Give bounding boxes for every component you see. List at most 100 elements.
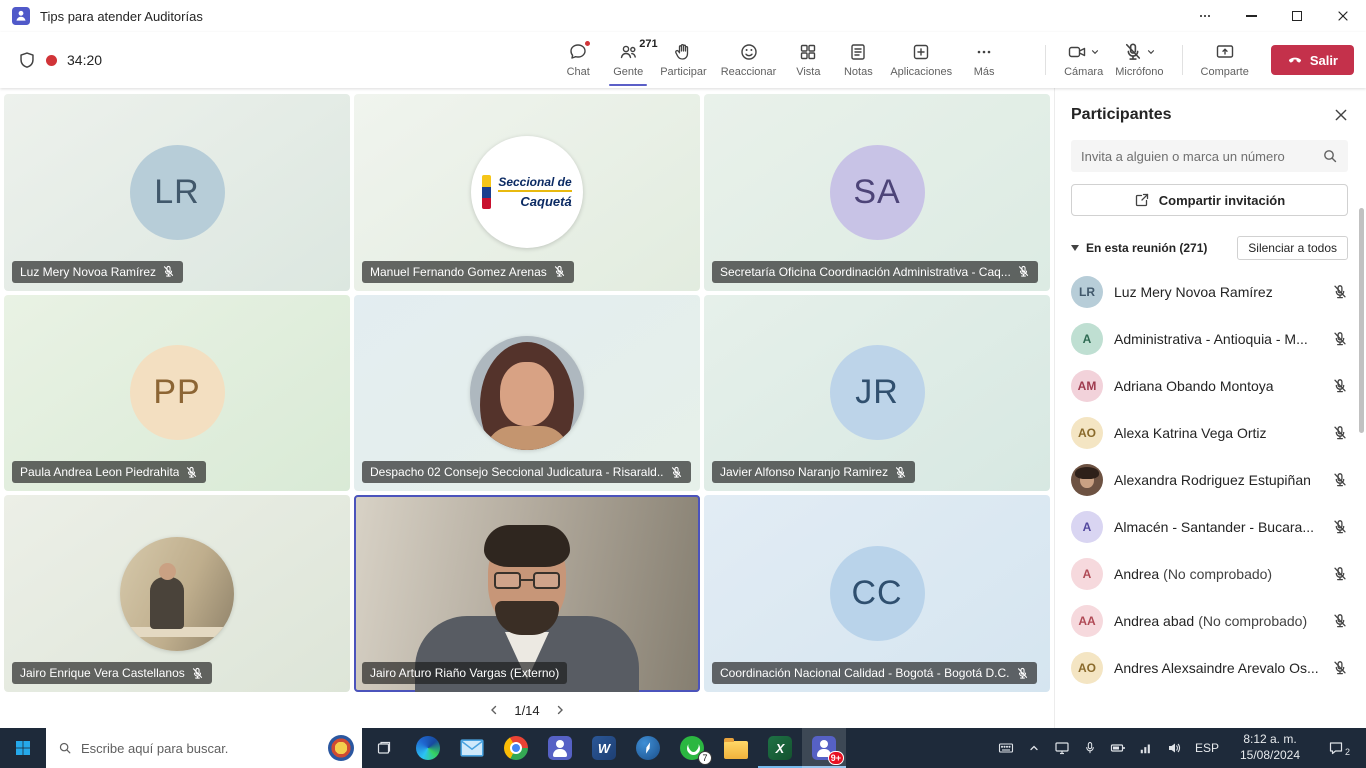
org-logo-text: Seccional de Caquetá [498, 175, 571, 210]
video-tile-active-speaker[interactable]: Jairo Arturo Riaño Vargas (Externo) [354, 495, 700, 692]
tab-more[interactable]: Más [959, 33, 1009, 87]
leave-button[interactable]: Salir [1271, 45, 1354, 75]
tab-view[interactable]: Vista [783, 33, 833, 87]
participant-name: Andres Alexsaindre Arevalo Os... [1114, 660, 1321, 676]
tab-react[interactable]: Reaccionar [714, 33, 784, 87]
avatar: AO [1071, 652, 1103, 684]
previous-page-button[interactable] [488, 704, 500, 716]
mute-all-button[interactable]: Silenciar a todos [1237, 236, 1348, 260]
tab-chat[interactable]: Chat [553, 33, 603, 87]
search-highlight-icon[interactable] [328, 735, 354, 761]
participant-row[interactable]: A Andrea(No comprobado) [1071, 550, 1348, 597]
network-tray-button[interactable] [1133, 728, 1159, 768]
maximize-button[interactable] [1274, 0, 1320, 32]
folder-icon [724, 741, 748, 759]
network-icon [1139, 741, 1153, 755]
compass-app-button[interactable] [626, 728, 670, 768]
edge-app-button[interactable] [406, 728, 450, 768]
taskbar-search[interactable] [46, 728, 362, 768]
word-app-button[interactable] [582, 728, 626, 768]
teams-app-button[interactable] [538, 728, 582, 768]
chrome-icon [504, 736, 528, 760]
volume-tray-button[interactable] [1161, 728, 1187, 768]
org-logo: Seccional de Caquetá [471, 136, 583, 248]
participant-row[interactable]: A Administrativa - Antioquia - M... [1071, 315, 1348, 362]
invite-search-box[interactable] [1071, 140, 1348, 172]
video-tile[interactable]: JR Javier Alfonso Naranjo Ramirez [704, 295, 1050, 492]
tab-people[interactable]: 271 Gente [603, 33, 653, 87]
tab-apps[interactable]: Aplicaciones [883, 33, 959, 87]
mic-off-icon[interactable] [1332, 566, 1348, 582]
language-indicator[interactable]: ESP [1189, 741, 1225, 755]
invite-search-input[interactable] [1081, 149, 1314, 164]
tab-notes[interactable]: Notas [833, 33, 883, 87]
battery-tray-button[interactable] [1105, 728, 1131, 768]
video-tile[interactable]: Despacho 02 Consejo Seccional Judicatura… [354, 295, 700, 492]
mic-off-icon[interactable] [1332, 331, 1348, 347]
mic-off-icon [894, 466, 907, 479]
mic-off-icon[interactable] [1332, 472, 1348, 488]
chevron-down-icon[interactable] [1146, 47, 1156, 57]
in-meeting-section-header[interactable]: En esta reunión (271) [1071, 241, 1207, 255]
taskbar-clock[interactable]: 8:12 a. m. 15/08/2024 [1227, 732, 1313, 763]
avatar: A [1071, 323, 1103, 355]
participant-row[interactable]: Alexandra Rodriguez Estupiñan [1071, 456, 1348, 503]
video-tile[interactable]: Jairo Enrique Vera Castellanos [4, 495, 350, 692]
chrome-app-button[interactable] [494, 728, 538, 768]
share-screen-control[interactable]: Comparte [1195, 42, 1255, 78]
microphone-control[interactable]: Micrófono [1109, 42, 1169, 78]
people-icon [618, 42, 638, 62]
action-center-button[interactable]: 2 [1315, 740, 1357, 756]
participant-row[interactable]: LR Luz Mery Novoa Ramírez [1071, 268, 1348, 315]
meeting-tabs: Chat 271 Gente Participar Reaccionar Vis… [553, 33, 1009, 87]
participant-row[interactable]: AO Andres Alexsaindre Arevalo Os... [1071, 644, 1348, 691]
minimize-button[interactable] [1228, 0, 1274, 32]
task-view-button[interactable] [362, 728, 406, 768]
microphone-tray-button[interactable] [1077, 728, 1103, 768]
mic-off-icon[interactable] [1332, 378, 1348, 394]
participant-name-label: Despacho 02 Consejo Seccional Judicatura… [362, 461, 691, 483]
participant-name: Almacén - Santander - Bucara... [1114, 519, 1321, 535]
chevron-down-icon[interactable] [1090, 47, 1100, 57]
video-tile[interactable]: CC Coordinación Nacional Calidad - Bogot… [704, 495, 1050, 692]
mic-off-icon[interactable] [1332, 660, 1348, 676]
touch-keyboard-button[interactable] [993, 728, 1019, 768]
camera-control[interactable]: Cámara [1058, 42, 1109, 78]
participant-row[interactable]: AM Adriana Obando Montoya [1071, 362, 1348, 409]
mic-off-icon[interactable] [1332, 519, 1348, 535]
video-tile[interactable]: Seccional de Caquetá Manuel Fernando Gom… [354, 94, 700, 291]
mic-off-icon[interactable] [1332, 425, 1348, 441]
video-tile[interactable]: SA Secretaría Oficina Coordinación Admin… [704, 94, 1050, 291]
participant-row[interactable]: AA Andrea abad(No comprobado) [1071, 597, 1348, 644]
titlebar-more-button[interactable] [1182, 0, 1228, 32]
display-tray-button[interactable] [1049, 728, 1075, 768]
teams-meeting-app-button[interactable]: 9+ [802, 728, 846, 768]
meeting-main: LR Luz Mery Novoa Ramírez Seccional de C… [0, 88, 1366, 728]
mic-off-icon[interactable] [1332, 284, 1348, 300]
whatsapp-app-button[interactable]: 7 [670, 728, 714, 768]
mic-off-icon[interactable] [1332, 613, 1348, 629]
next-page-button[interactable] [554, 704, 566, 716]
mic-off-icon [1017, 265, 1030, 278]
start-button[interactable] [0, 728, 46, 768]
file-explorer-button[interactable] [714, 728, 758, 768]
participant-name: Alexa Katrina Vega Ortiz [1114, 425, 1321, 441]
participant-row[interactable]: AO Alexa Katrina Vega Ortiz [1071, 409, 1348, 456]
taskbar-search-input[interactable] [81, 741, 319, 756]
tab-raise-hand[interactable]: Participar [653, 33, 713, 87]
panel-scrollbar[interactable] [1359, 208, 1364, 433]
whatsapp-badge: 7 [698, 751, 712, 765]
share-invitation-button[interactable]: Compartir invitación [1071, 184, 1348, 216]
mic-off-icon [553, 265, 566, 278]
close-button[interactable] [1320, 0, 1366, 32]
close-panel-button[interactable] [1334, 108, 1348, 122]
participant-row[interactable]: A Almacén - Santander - Bucara... [1071, 503, 1348, 550]
video-tile[interactable]: PP Paula Andrea Leon Piedrahita [4, 295, 350, 492]
mail-app-button[interactable] [450, 728, 494, 768]
video-grid: LR Luz Mery Novoa Ramírez Seccional de C… [4, 94, 1050, 692]
excel-app-button[interactable] [758, 728, 802, 768]
participant-name: Administrativa - Antioquia - M... [1114, 331, 1321, 347]
hidden-icons-button[interactable] [1021, 728, 1047, 768]
search-icon[interactable] [1322, 148, 1338, 164]
video-tile[interactable]: LR Luz Mery Novoa Ramírez [4, 94, 350, 291]
